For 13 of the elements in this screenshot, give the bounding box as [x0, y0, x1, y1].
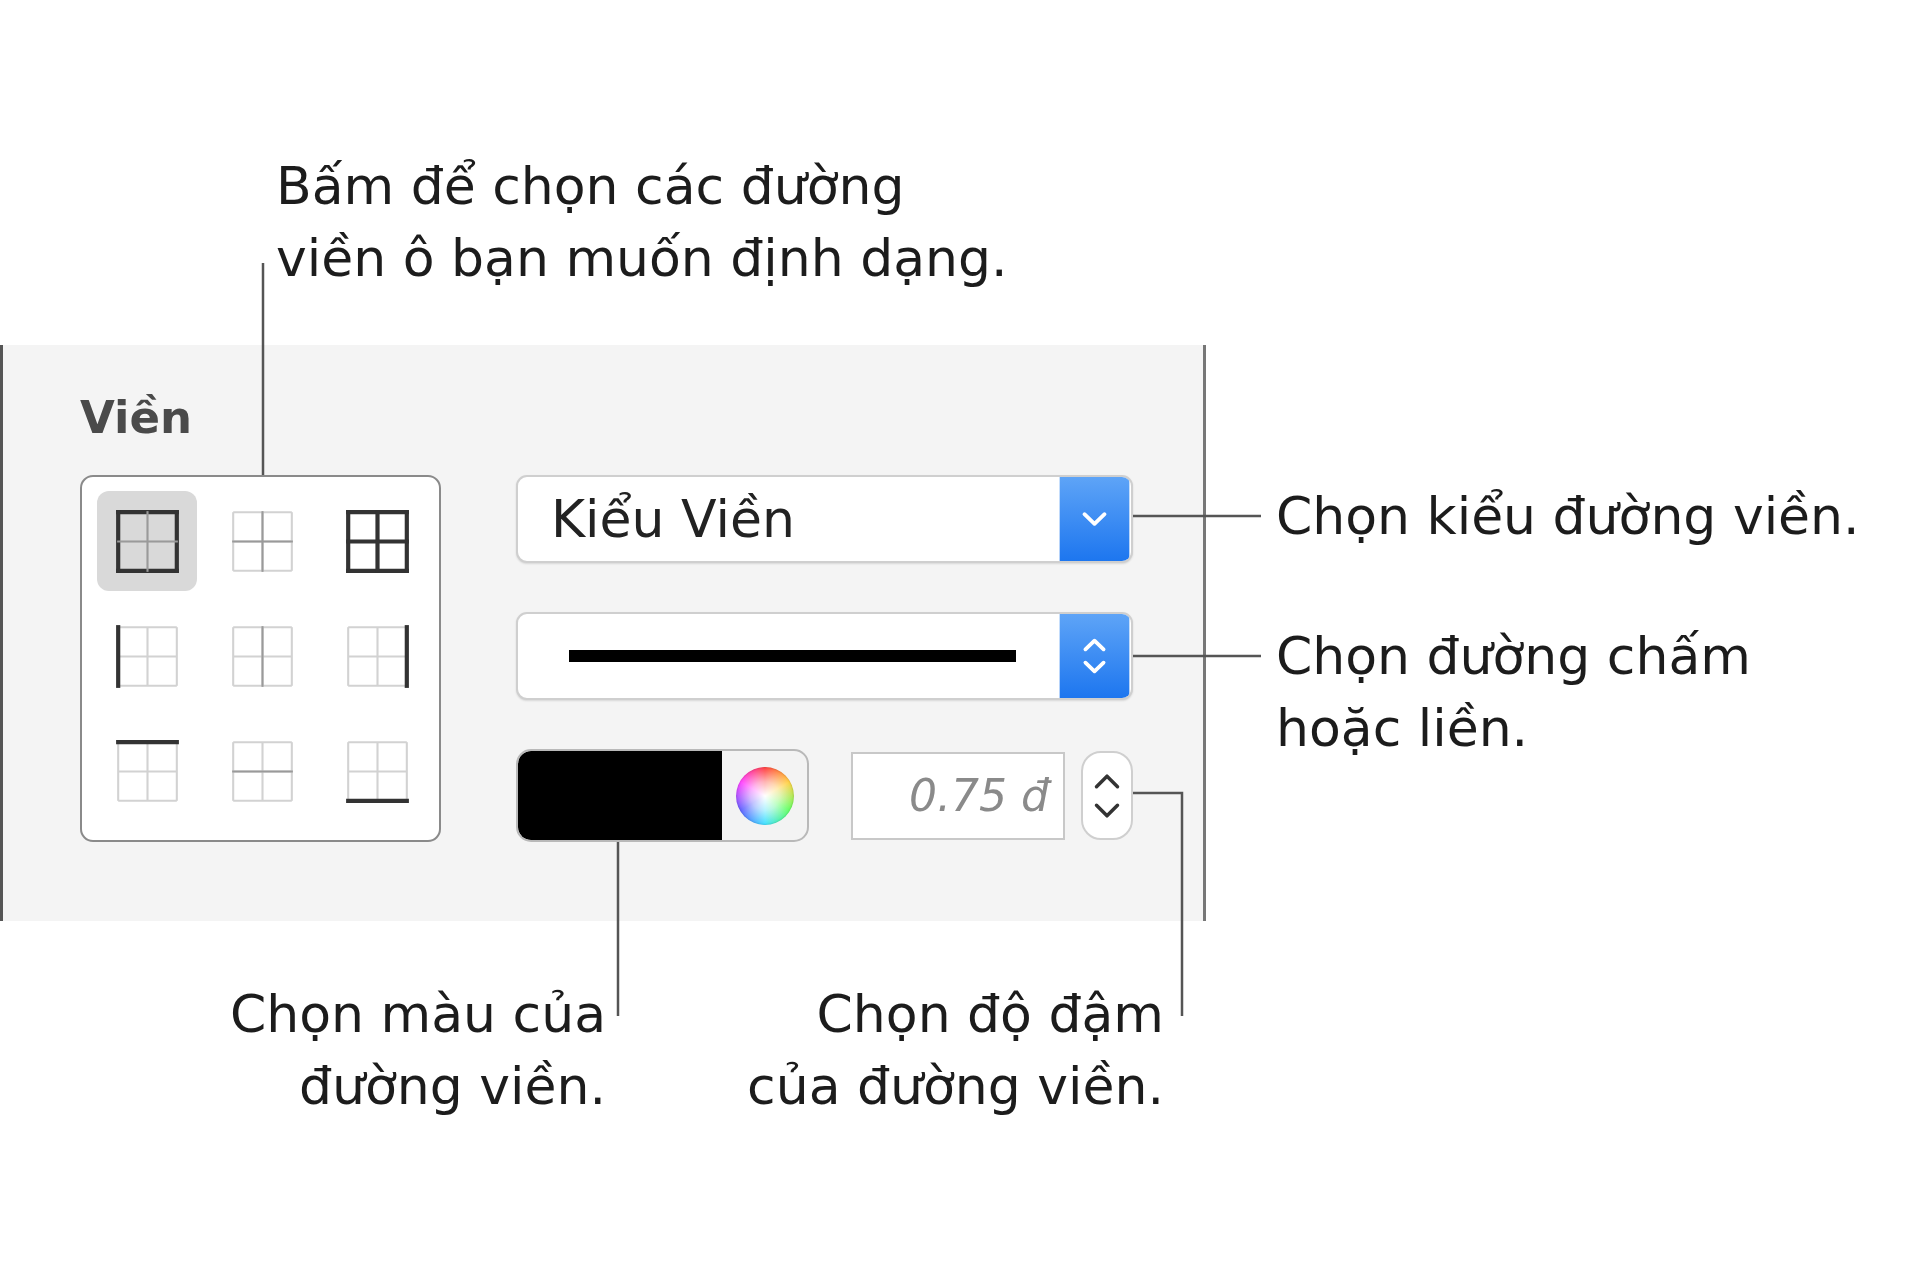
callout-text: Chọn độ đậm của đường viền.	[747, 983, 1164, 1118]
color-well[interactable]	[516, 749, 809, 842]
stepper-button[interactable]	[1081, 751, 1133, 840]
up-down-chevron-icon	[1058, 614, 1131, 698]
line-style-dropdown[interactable]	[516, 612, 1133, 700]
border-preset-button[interactable]	[97, 491, 197, 591]
section-title: Viền	[80, 392, 193, 444]
border-style-dropdown[interactable]: Kiểu Viền	[516, 475, 1133, 563]
callout-text: Chọn màu của đường viền.	[230, 983, 606, 1118]
callout-text: Bấm để chọn các đường viền ô bạn muốn định dạng.	[276, 155, 1008, 290]
chevron-down-icon	[1058, 477, 1131, 561]
callout-text: Chọn kiểu đường viền.	[1276, 485, 1860, 548]
callout-text: Chọn đường chấm hoặc liền.	[1276, 625, 1751, 760]
